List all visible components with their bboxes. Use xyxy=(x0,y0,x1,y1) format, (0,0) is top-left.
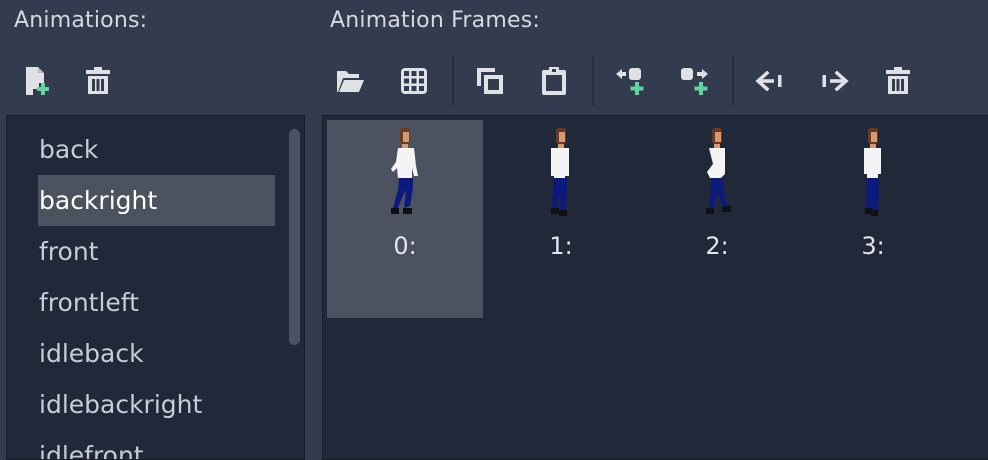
trash-icon xyxy=(86,67,110,94)
animation-item-back[interactable]: back xyxy=(38,124,275,175)
trash-icon xyxy=(886,67,910,94)
character-sprite-icon xyxy=(864,128,881,216)
add-from-sheet-button[interactable] xyxy=(392,60,436,102)
insert-after-icon xyxy=(681,68,708,95)
toolbar-separator xyxy=(732,56,734,106)
toolbar-separator xyxy=(592,56,594,106)
animation-item-idlebackright[interactable]: idlebackright xyxy=(38,379,275,430)
move-right-icon xyxy=(822,71,849,91)
animation-item-backright[interactable]: backright xyxy=(38,175,275,226)
frame-label: 3: xyxy=(861,232,885,260)
move-left-icon xyxy=(755,71,782,91)
paste-frame-button[interactable] xyxy=(532,60,576,102)
move-right-button[interactable] xyxy=(812,60,856,102)
move-left-button[interactable] xyxy=(748,60,792,102)
frame-label: 0: xyxy=(393,232,417,260)
frame-label: 1: xyxy=(549,232,573,260)
new-animation-button[interactable] xyxy=(14,60,58,102)
insert-before-icon xyxy=(616,68,644,95)
delete-animation-button[interactable] xyxy=(76,60,120,102)
delete-frame-button[interactable] xyxy=(876,60,920,102)
new-file-icon xyxy=(26,67,49,95)
insert-before-button[interactable] xyxy=(608,60,652,102)
insert-after-button[interactable] xyxy=(672,60,716,102)
load-frames-button[interactable] xyxy=(328,60,372,102)
frame-thumbnail[interactable]: 3: xyxy=(795,120,951,318)
animations-scrollbar[interactable] xyxy=(289,129,300,345)
animation-frames-label: Animation Frames: xyxy=(330,8,540,33)
character-sprite-icon xyxy=(706,128,731,214)
frame-thumbnail[interactable]: 0: xyxy=(327,120,483,318)
character-sprite-icon xyxy=(391,128,418,214)
frame-label: 2: xyxy=(705,232,729,260)
animation-item-idlefront[interactable]: idlefront xyxy=(38,430,275,459)
toolbar-separator xyxy=(452,56,454,106)
animation-item-idleback[interactable]: idleback xyxy=(38,328,275,379)
frame-thumbnail[interactable]: 1: xyxy=(483,120,639,318)
character-sprite-icon xyxy=(551,128,569,216)
paste-icon xyxy=(542,67,566,95)
folder-open-icon xyxy=(337,71,364,92)
frame-thumbnail[interactable]: 2: xyxy=(639,120,795,318)
animation-item-frontleft[interactable]: frontleft xyxy=(38,277,275,328)
grid-icon xyxy=(401,68,427,94)
animations-list[interactable]: back backright front frontleft idleback … xyxy=(6,115,305,460)
animations-label: Animations: xyxy=(14,8,148,33)
frames-panel[interactable]: 0: 1: 2: 3: xyxy=(322,115,988,460)
animation-item-front[interactable]: front xyxy=(38,226,275,277)
copy-frame-button[interactable] xyxy=(468,60,512,102)
copy-icon xyxy=(477,68,503,94)
